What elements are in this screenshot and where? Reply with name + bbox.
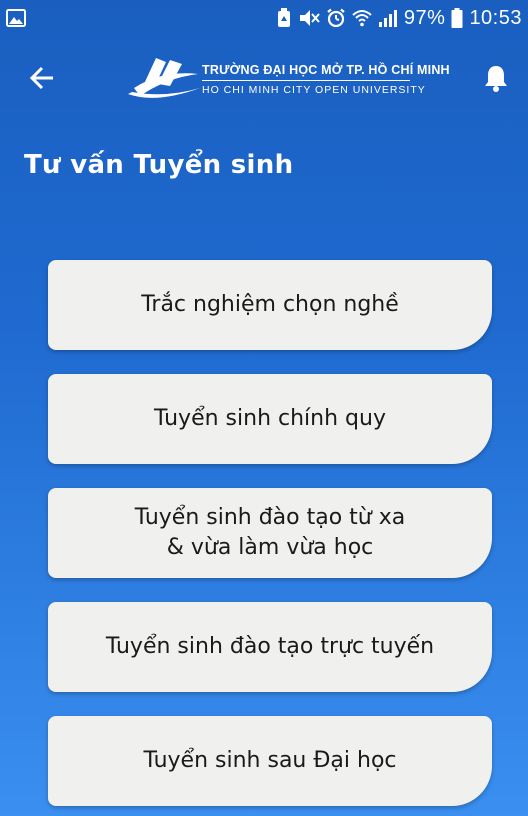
recycle-icon <box>276 8 292 28</box>
menu-item-online-admission[interactable]: Tuyển sinh đào tạo trực tuyến <box>48 602 492 692</box>
menu-item-label: Tuyển sinh đào tạo trực tuyến <box>105 634 435 659</box>
menu-item-career-test[interactable]: Trắc nghiệm chọn nghề <box>48 260 492 350</box>
battery-percent: 97% <box>403 6 446 29</box>
page-title: Tư vấn Tuyển sinh <box>24 150 294 180</box>
bell-icon <box>484 64 508 96</box>
signal-icon <box>378 9 398 27</box>
menu-item-label: Tuyển sinh sau Đại học <box>143 748 397 773</box>
arrow-left-icon <box>29 66 55 94</box>
menu-item-label: Trắc nghiệm chọn nghề <box>141 292 399 317</box>
menu-item-label: Tuyển sinh đào tạo từ xa & vừa làm vừa h… <box>134 505 406 560</box>
notification-button[interactable] <box>476 60 516 100</box>
app-header: TRƯỜNG ĐẠI HỌC MỞ TP. HỒ CHÍ MINH HO CHI… <box>0 40 528 120</box>
menu-item-label: Tuyển sinh chính quy <box>154 406 386 431</box>
menu-item-postgraduate-admission[interactable]: Tuyển sinh sau Đại học <box>48 716 492 806</box>
alarm-icon <box>326 8 346 28</box>
wifi-icon <box>352 9 372 27</box>
logo-mark-icon <box>126 54 202 104</box>
menu-item-regular-admission[interactable]: Tuyển sinh chính quy <box>48 374 492 464</box>
mute-icon <box>298 8 320 28</box>
logo-divider <box>202 79 410 81</box>
university-logo: TRƯỜNG ĐẠI HỌC MỞ TP. HỒ CHÍ MINH HO CHI… <box>126 54 450 104</box>
status-bar: 97% 10:53 <box>0 0 528 36</box>
logo-subtitle: HO CHI MINH CITY OPEN UNIVERSITY <box>202 83 426 96</box>
back-button[interactable] <box>22 60 62 100</box>
image-icon <box>6 9 26 27</box>
battery-icon <box>451 8 463 28</box>
status-time: 10:53 <box>469 6 522 29</box>
logo-title: TRƯỜNG ĐẠI HỌC MỞ TP. HỒ CHÍ MINH <box>202 62 450 77</box>
menu-item-distance-admission[interactable]: Tuyển sinh đào tạo từ xa & vừa làm vừa h… <box>48 488 492 578</box>
